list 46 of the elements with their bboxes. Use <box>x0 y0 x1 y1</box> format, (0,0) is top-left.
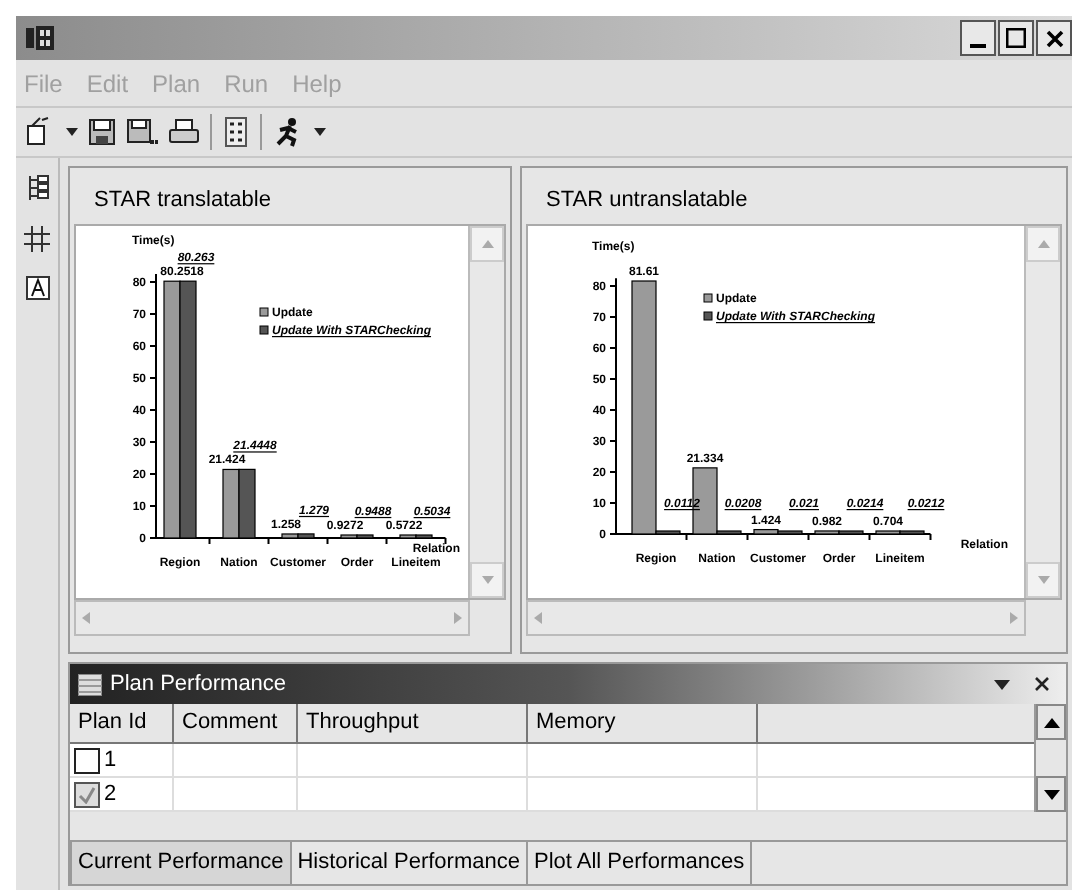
table-cell[interactable]: 2 <box>70 778 174 810</box>
app-icon <box>24 24 56 52</box>
column-header[interactable]: Throughput <box>298 704 528 742</box>
dropdown-icon[interactable] <box>994 679 1010 689</box>
save-icon[interactable] <box>88 118 116 146</box>
maximize-button[interactable] <box>998 20 1034 56</box>
column-header[interactable]: Memory <box>528 704 758 742</box>
print-icon[interactable] <box>168 118 200 146</box>
tree-view-icon[interactable] <box>25 174 49 202</box>
tab[interactable]: Current Performance <box>70 842 292 884</box>
caret-icon[interactable] <box>66 128 78 136</box>
column-header[interactable]: Comment <box>174 704 298 742</box>
legend-swatch <box>259 307 269 317</box>
tab[interactable]: Historical Performance <box>291 842 528 884</box>
vertical-scrollbar[interactable] <box>1024 226 1060 598</box>
panel-title: Plan Performance <box>110 669 287 700</box>
maximize-icon <box>1006 28 1026 48</box>
bar <box>222 468 240 539</box>
save-as-icon[interactable] <box>126 118 158 146</box>
vertical-scrollbar[interactable] <box>1034 704 1066 812</box>
vertical-scrollbar[interactable] <box>468 226 504 598</box>
panel-title: STAR untranslatable <box>544 185 750 216</box>
close-button[interactable] <box>1036 20 1072 56</box>
minimize-icon <box>970 44 986 48</box>
checkbox[interactable] <box>74 747 100 773</box>
grid-icon[interactable] <box>24 226 50 252</box>
arrow-down-icon <box>1043 789 1059 799</box>
legend-swatch <box>703 293 713 303</box>
bar <box>238 468 256 539</box>
legend-swatch <box>703 311 713 321</box>
table-cell[interactable]: 1 <box>70 744 174 776</box>
horizontal-scrollbar[interactable] <box>526 600 1026 636</box>
plan-id: 1 <box>104 745 117 776</box>
plan-id: 2 <box>104 779 117 810</box>
close-icon[interactable] <box>1034 676 1050 692</box>
legend-swatch <box>259 325 269 335</box>
panel-title: STAR translatable <box>92 185 273 216</box>
close-icon <box>1045 29 1063 47</box>
table-icon <box>78 673 102 695</box>
minimize-button[interactable] <box>960 20 996 56</box>
column-header[interactable]: Plan Id <box>70 704 174 742</box>
caret-icon[interactable] <box>314 128 326 136</box>
text-icon[interactable] <box>25 276 49 300</box>
arrow-up-icon <box>1043 717 1059 727</box>
horizontal-scrollbar[interactable] <box>74 600 470 636</box>
checkbox[interactable] <box>74 781 100 807</box>
